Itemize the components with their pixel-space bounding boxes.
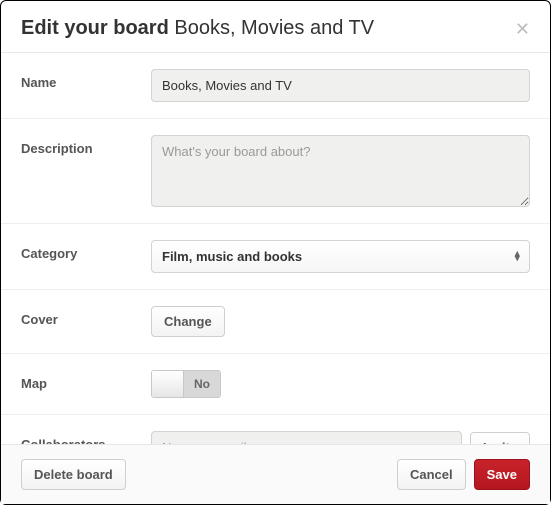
row-name: Name xyxy=(1,53,550,119)
title-prefix: Edit your board xyxy=(21,17,169,39)
name-input[interactable] xyxy=(151,69,530,102)
name-label: Name xyxy=(21,69,151,90)
delete-board-button[interactable]: Delete board xyxy=(21,459,126,490)
row-collaborators: Collaborators Learn more Invite xyxy=(1,415,550,444)
cancel-button[interactable]: Cancel xyxy=(397,459,466,490)
modal-header: Edit your board Books, Movies and TV ✕ xyxy=(1,1,550,53)
category-label: Category xyxy=(21,240,151,261)
collaborators-label-text: Collaborators xyxy=(21,437,106,444)
row-description: Description xyxy=(1,119,550,224)
cover-label: Cover xyxy=(21,306,151,327)
map-toggle[interactable]: No xyxy=(151,370,221,398)
row-category: Category Film, music and books ▴▾ xyxy=(1,224,550,290)
change-cover-button[interactable]: Change xyxy=(151,306,225,337)
close-icon[interactable]: ✕ xyxy=(515,20,530,38)
title-board-name: Books, Movies and TV xyxy=(174,17,374,39)
toggle-knob xyxy=(152,371,184,397)
row-map: Map No xyxy=(1,354,550,415)
description-label: Description xyxy=(21,135,151,156)
edit-board-modal: Edit your board Books, Movies and TV ✕ N… xyxy=(0,0,551,505)
category-select[interactable]: Film, music and books xyxy=(151,240,530,273)
row-cover: Cover Change xyxy=(1,290,550,354)
toggle-state-label: No xyxy=(184,371,220,397)
save-button[interactable]: Save xyxy=(474,459,530,490)
map-label: Map xyxy=(21,370,151,391)
invite-button[interactable]: Invite xyxy=(470,432,530,444)
modal-footer: Delete board Cancel Save xyxy=(1,444,550,504)
description-input[interactable] xyxy=(151,135,530,207)
collaborators-label: Collaborators Learn more xyxy=(21,431,151,444)
collaborator-input[interactable] xyxy=(151,431,462,444)
form-body: Name Description Category Film, music an… xyxy=(1,53,550,444)
modal-title: Edit your board Books, Movies and TV xyxy=(21,17,374,40)
